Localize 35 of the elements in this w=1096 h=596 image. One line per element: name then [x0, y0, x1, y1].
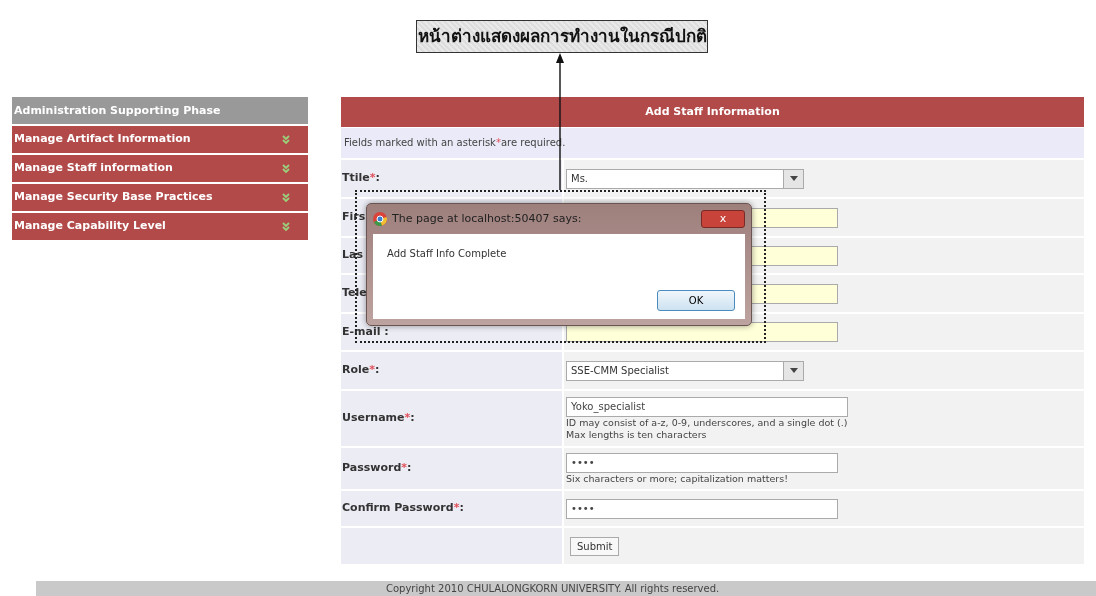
hint-text: ID may consist of a-z, 0-9, underscores, and a single dot (.)	[566, 416, 849, 429]
sidebar-item[interactable]: Manage Artifact Information	[12, 126, 308, 153]
submit-button[interactable]: Submit	[570, 536, 620, 556]
select-field[interactable]: Ms.	[566, 168, 804, 189]
expand-icon	[282, 164, 290, 173]
field-label: Username*:	[342, 410, 415, 427]
sidebar-item[interactable]: Manage Security Base Practices	[12, 184, 308, 211]
ok-button[interactable]: OK	[657, 290, 735, 311]
input-field[interactable]: Yoko_specialist	[566, 396, 848, 417]
callout-label: หน้าต่างแสดงผลการทำงานในกรณีปกติ	[416, 20, 708, 53]
expand-icon	[282, 193, 290, 202]
dialog-title: The page at localhost:50407 says:	[392, 210, 582, 227]
sidebar-item[interactable]: Manage Staff information	[12, 155, 308, 182]
browser-icon	[373, 212, 387, 226]
dropdown-icon	[783, 169, 803, 188]
sidebar-item[interactable]: Manage Capability Level	[12, 213, 308, 240]
field-label: Password*:	[342, 460, 412, 477]
dialog-message: Add Staff Info Complete	[387, 247, 508, 261]
dropdown-icon	[783, 361, 803, 380]
field-label: Las	[342, 247, 363, 264]
field-label: Confirm Password*:	[342, 500, 464, 517]
field-label: Tele	[342, 285, 367, 302]
password-field[interactable]: ••••	[566, 498, 838, 519]
expand-icon	[282, 222, 290, 231]
field-label: Ttile*:	[342, 170, 380, 187]
footer-text: Copyright 2010 CHULALONGKORN UNIVERSITY. All rights reserved.	[36, 581, 1096, 596]
sidebar-header: Administration Supporting Phase	[12, 97, 308, 124]
close-button[interactable]: x	[701, 210, 745, 228]
expand-icon	[282, 135, 290, 144]
hint-text: Six characters or more; capitalization matters!	[566, 472, 789, 485]
password-field[interactable]: ••••	[566, 452, 838, 473]
field-label: Role*:	[342, 362, 380, 379]
hint-text: Max lengths is ten characters	[566, 428, 708, 441]
select-field[interactable]: SSE-CMM Specialist	[566, 360, 804, 381]
form-title: Add Staff Information	[341, 97, 1084, 127]
